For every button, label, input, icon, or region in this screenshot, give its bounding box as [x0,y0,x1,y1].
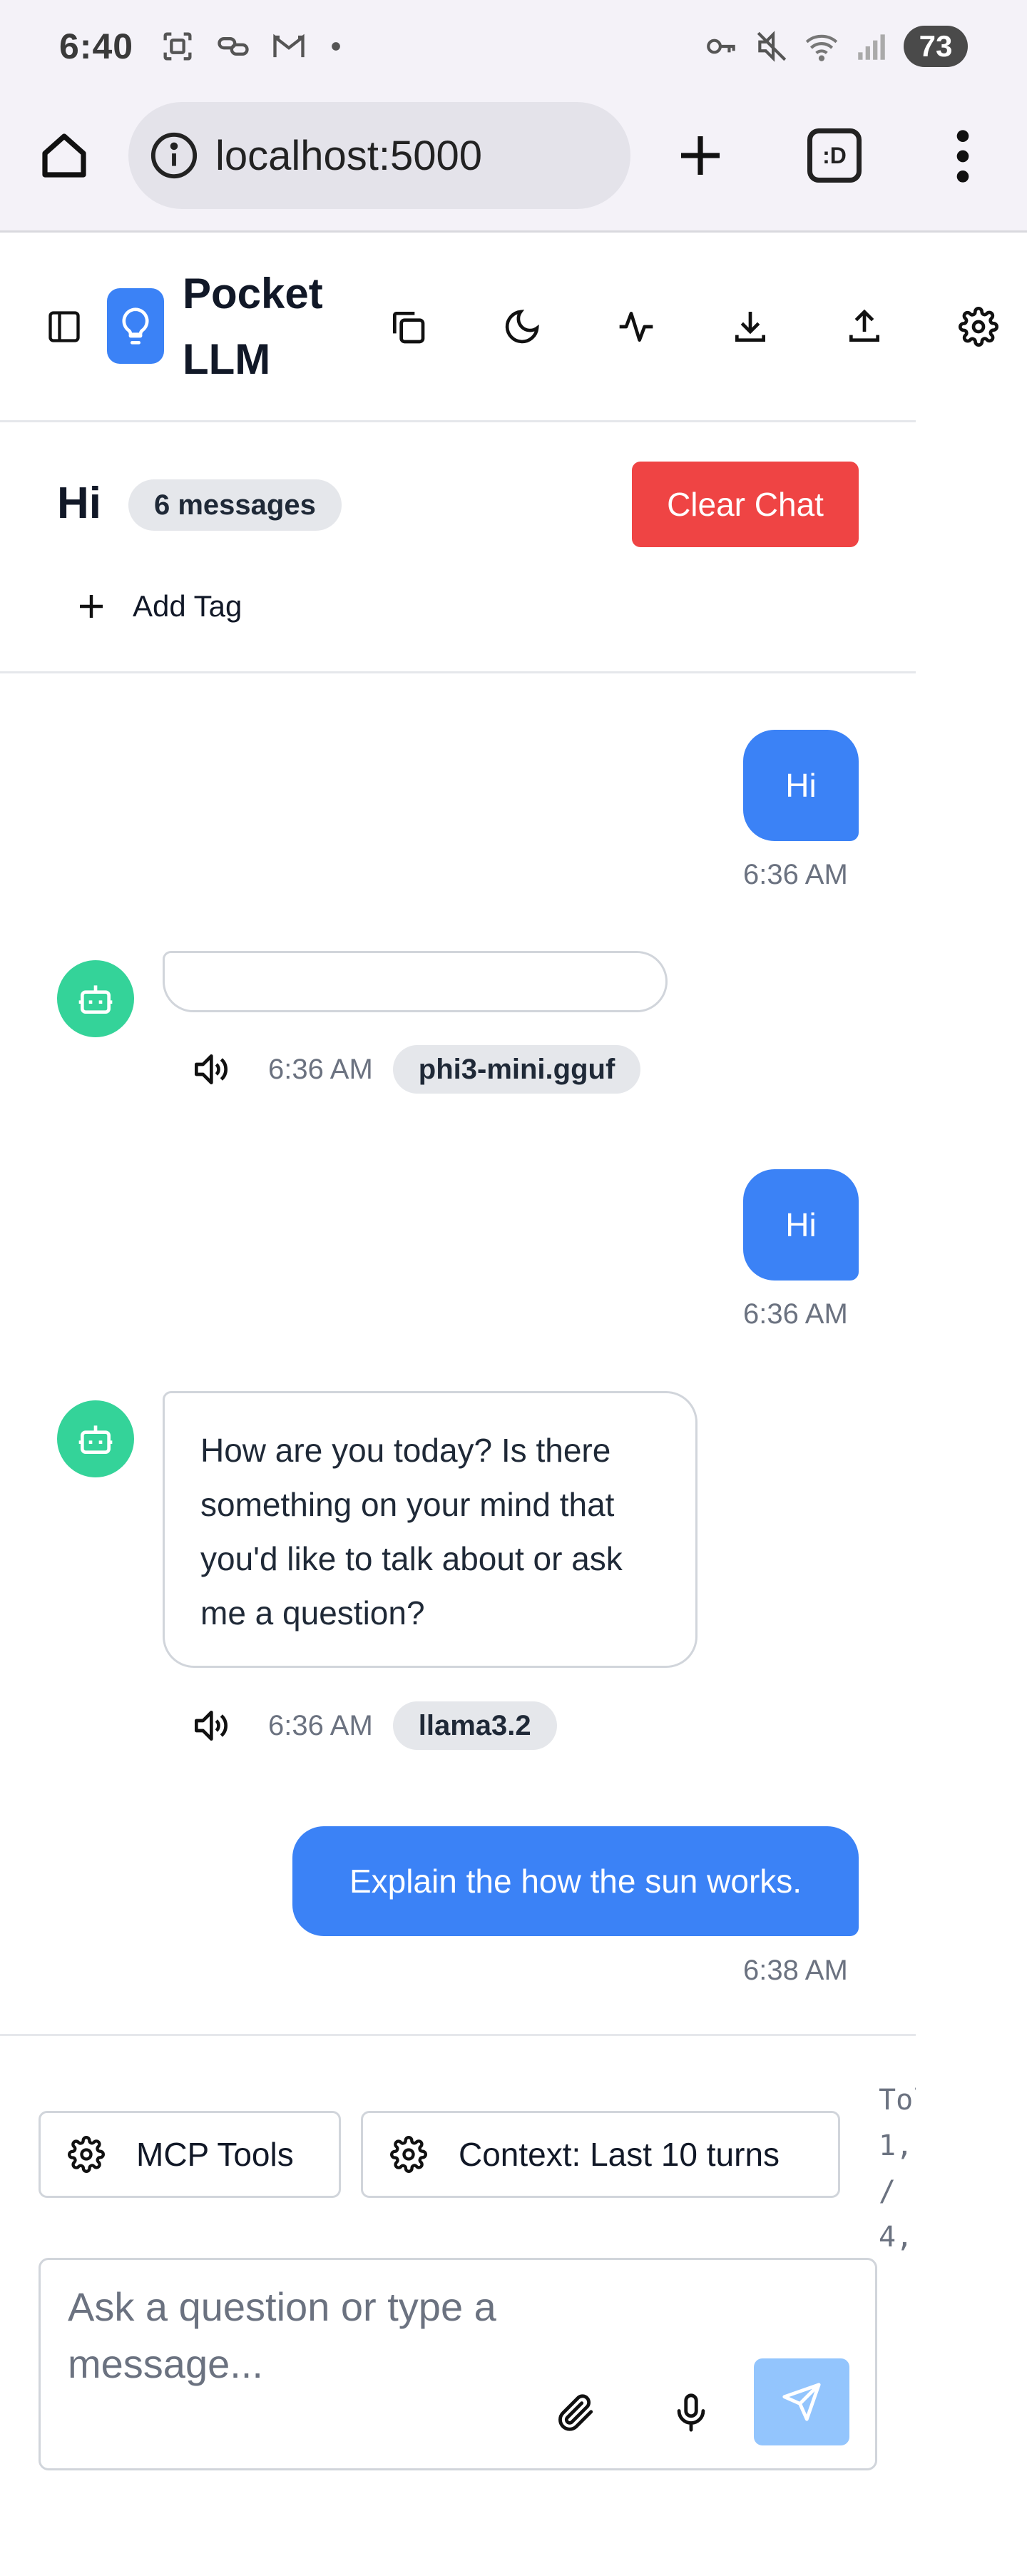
add-tag-label: Add Tag [133,589,242,623]
notification-icons [159,28,346,65]
gear-icon [390,2136,427,2173]
moon-icon [505,310,539,344]
home-icon [42,133,86,178]
context-label: Context: Last 10 turns [459,2136,780,2173]
copy-button[interactable] [382,301,434,352]
wifi-icon [805,34,838,61]
assistant-message: How are you today? Is there something on… [163,1391,698,1668]
mcp-tools-button[interactable]: MCP Tools [39,2111,341,2198]
gmail-icon [273,34,305,58]
message-meta: 6:36 AM phi3-mini.gguf [187,1044,641,1094]
status-bar: 6:40 73 [0,0,1027,93]
speak-button[interactable] [187,1047,233,1092]
mute-icon [757,31,787,62]
screenshot-icon [163,32,192,61]
composer: MCP Tools Context: Last 10 turns Tol 1, … [0,2034,916,2576]
model-badge: phi3-mini.gguf [392,1045,641,1094]
export-button[interactable] [725,301,776,352]
message-timestamp: 6:36 AM [268,1053,373,1085]
sidebar-icon [48,311,80,342]
message-input[interactable] [68,2279,610,2407]
status-time: 6:40 [59,26,134,66]
user-message: Hi [743,730,859,841]
key-icon [707,39,735,54]
settings-button[interactable] [953,301,1004,352]
token-counter-line: / [879,2175,896,2208]
url-text[interactable]: localhost:5000 [215,132,482,180]
activity-icon [619,312,653,342]
plus-icon [80,595,103,618]
info-icon[interactable] [145,127,203,184]
model-badge: llama3.2 [392,1701,557,1750]
add-tag-button[interactable]: Add Tag [74,578,242,635]
upload-icon [849,309,879,342]
send-button[interactable] [754,2358,849,2445]
message-timestamp: 6:36 AM [743,1298,848,1330]
token-counter-line: 1, [879,2129,914,2162]
speaker-icon [195,1711,228,1741]
activity-button[interactable] [610,301,662,352]
paperclip-icon [558,2394,593,2431]
speaker-icon [195,1054,228,1084]
browser-toolbar: localhost:5000 :D [0,93,1027,233]
clear-chat-button[interactable]: Clear Chat [632,462,859,547]
home-button[interactable] [36,127,93,184]
app-header: Pocket LLM [0,233,998,422]
send-icon [782,2383,821,2421]
message-input-box [39,2258,877,2470]
assistant-avatar [57,960,134,1037]
message-timestamp: 6:38 AM [743,1955,848,1986]
context-button[interactable]: Context: Last 10 turns [361,2111,840,2198]
theme-toggle-button[interactable] [496,301,548,352]
user-message: Explain the how the sun works. [292,1826,859,1936]
bot-icon [78,985,113,1014]
message-meta: 6:36 AM llama3.2 [187,1701,557,1751]
bot-icon [78,1425,113,1454]
gear-icon [959,307,998,347]
app-logo [107,288,164,364]
browser-menu-button[interactable] [934,124,991,188]
attach-button[interactable] [550,2387,601,2438]
download-icon [735,312,765,342]
token-counter-line: Tol [879,2084,916,2117]
token-counter-line: 4, [879,2221,914,2254]
user-message: Hi [743,1169,859,1281]
chat-title: Hi [57,479,101,528]
address-bar[interactable]: localhost:5000 [128,102,630,209]
assistant-message [163,951,668,1012]
assistant-avatar [57,1400,134,1477]
gear-icon [68,2136,105,2173]
dot-icon [332,42,340,51]
message-count-badge: 6 messages [128,479,342,531]
new-tab-button[interactable] [672,127,729,184]
chat-title-section: Hi 6 messages Clear Chat Add Tag [0,422,916,673]
plus-icon [681,136,720,175]
copy-icon [393,312,425,344]
message-timestamp: 6:36 AM [743,859,848,890]
tab-switcher-button[interactable]: :D [807,128,862,183]
token-counter: Tol 1, / 4, [879,2077,916,2260]
import-button[interactable] [839,301,890,352]
signal-icon [858,34,885,60]
battery-indicator: 73 [904,26,968,67]
mcp-tools-label: MCP Tools [136,2136,294,2173]
microphone-icon [677,2393,705,2432]
sidebar-toggle-button[interactable] [41,304,87,350]
speak-button[interactable] [187,1703,233,1748]
microphone-button[interactable] [665,2387,717,2438]
app-title: Pocket LLM [183,270,323,383]
more-vertical-icon [956,130,969,183]
link-notification-icon [218,37,249,56]
message-timestamp: 6:36 AM [268,1709,373,1741]
lightbulb-icon [122,307,149,345]
